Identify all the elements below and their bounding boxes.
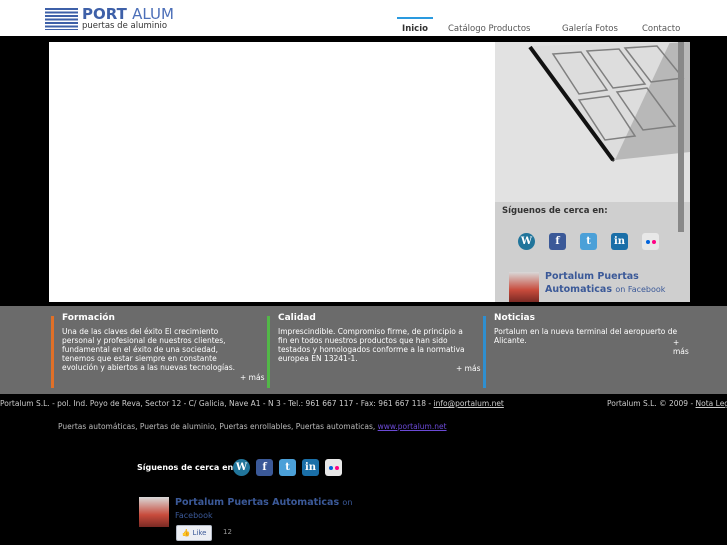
linkedin-icon[interactable]: in [611,233,628,250]
sidebar-scrollbar[interactable] [678,42,684,232]
logo-tagline: puertas de aluminio [82,21,168,31]
more-link[interactable]: + más [456,364,480,373]
column-text: Imprescindible. Compromiso firme, de pri… [278,327,465,363]
footer-facebook-widget[interactable]: Portalum Puertas Automaticas on Facebook [139,497,359,527]
column-accent-bar [483,316,486,388]
sidebar-panel: Síguenos de cerca en: W f t in Portalum … [495,42,690,302]
nav-item-galeria[interactable]: Galería Fotos [562,18,618,42]
column-title: Noticias [494,313,535,323]
column-text: Una de las claves del éxito El crecimien… [62,327,236,372]
follow-label: Síguenos de cerca en: [502,206,608,216]
column-noticias: Noticias Portalum en la nueva terminal d… [483,313,697,388]
facebook-widget[interactable]: Portalum Puertas Automaticas on Facebook [509,270,679,302]
column-title: Formación [62,313,115,323]
column-title: Calidad [278,313,316,323]
nav-item-contacto[interactable]: Contacto [642,18,680,42]
top-bar: PORT ALUM puertas de aluminio Inicio Cat… [0,0,727,36]
like-count: 12 [223,528,232,536]
nav-item-catalogo[interactable]: Catálogo Productos [448,18,530,42]
more-link[interactable]: + más [673,338,697,356]
twitter-icon[interactable]: t [580,233,597,250]
facebook-thumbnail [509,272,539,302]
flickr-icon[interactable] [642,233,659,250]
facebook-thumbnail [139,497,169,527]
linkedin-icon[interactable]: in [302,459,319,476]
legal-link[interactable]: Nota Legal [696,399,727,408]
facebook-icon[interactable]: f [256,459,273,476]
facebook-icon[interactable]: f [549,233,566,250]
flickr-icon[interactable] [325,459,342,476]
footer-follow-label: Síguenos de cerca en: [137,463,237,472]
hero-slideshow [49,42,495,302]
column-accent-bar [51,316,54,388]
footer-keywords: Puertas automáticas, Puertas de aluminio… [58,422,447,431]
logo-stripes-icon [45,8,78,30]
column-accent-bar [267,316,270,388]
logo[interactable]: PORT ALUM puertas de aluminio [45,5,174,32]
email-link[interactable]: info@portalum.net [434,399,504,408]
wordpress-icon[interactable]: W [518,233,535,250]
nav-item-inicio[interactable]: Inicio [397,17,433,42]
product-image [495,42,690,202]
more-link[interactable]: + más [240,373,264,382]
like-button[interactable]: 👍 Like [176,525,212,541]
site-link[interactable]: www.portalum.net [378,422,447,431]
facebook-title[interactable]: Portalum Puertas Automaticas on Facebook [175,496,365,522]
wordpress-icon[interactable]: W [233,459,250,476]
column-formacion: Formación Una de las claves del éxito El… [51,313,265,388]
footer-copyright: Portalum S.L. © 2009 - Nota Legal [607,399,727,408]
twitter-icon[interactable]: t [279,459,296,476]
footer-address: Portalum S.L. - pol. Ind. Poyo de Reva, … [0,399,504,408]
column-calidad: Calidad Imprescindible. Compromiso firme… [267,313,481,388]
facebook-title[interactable]: Portalum Puertas Automaticas on Facebook [545,270,675,296]
